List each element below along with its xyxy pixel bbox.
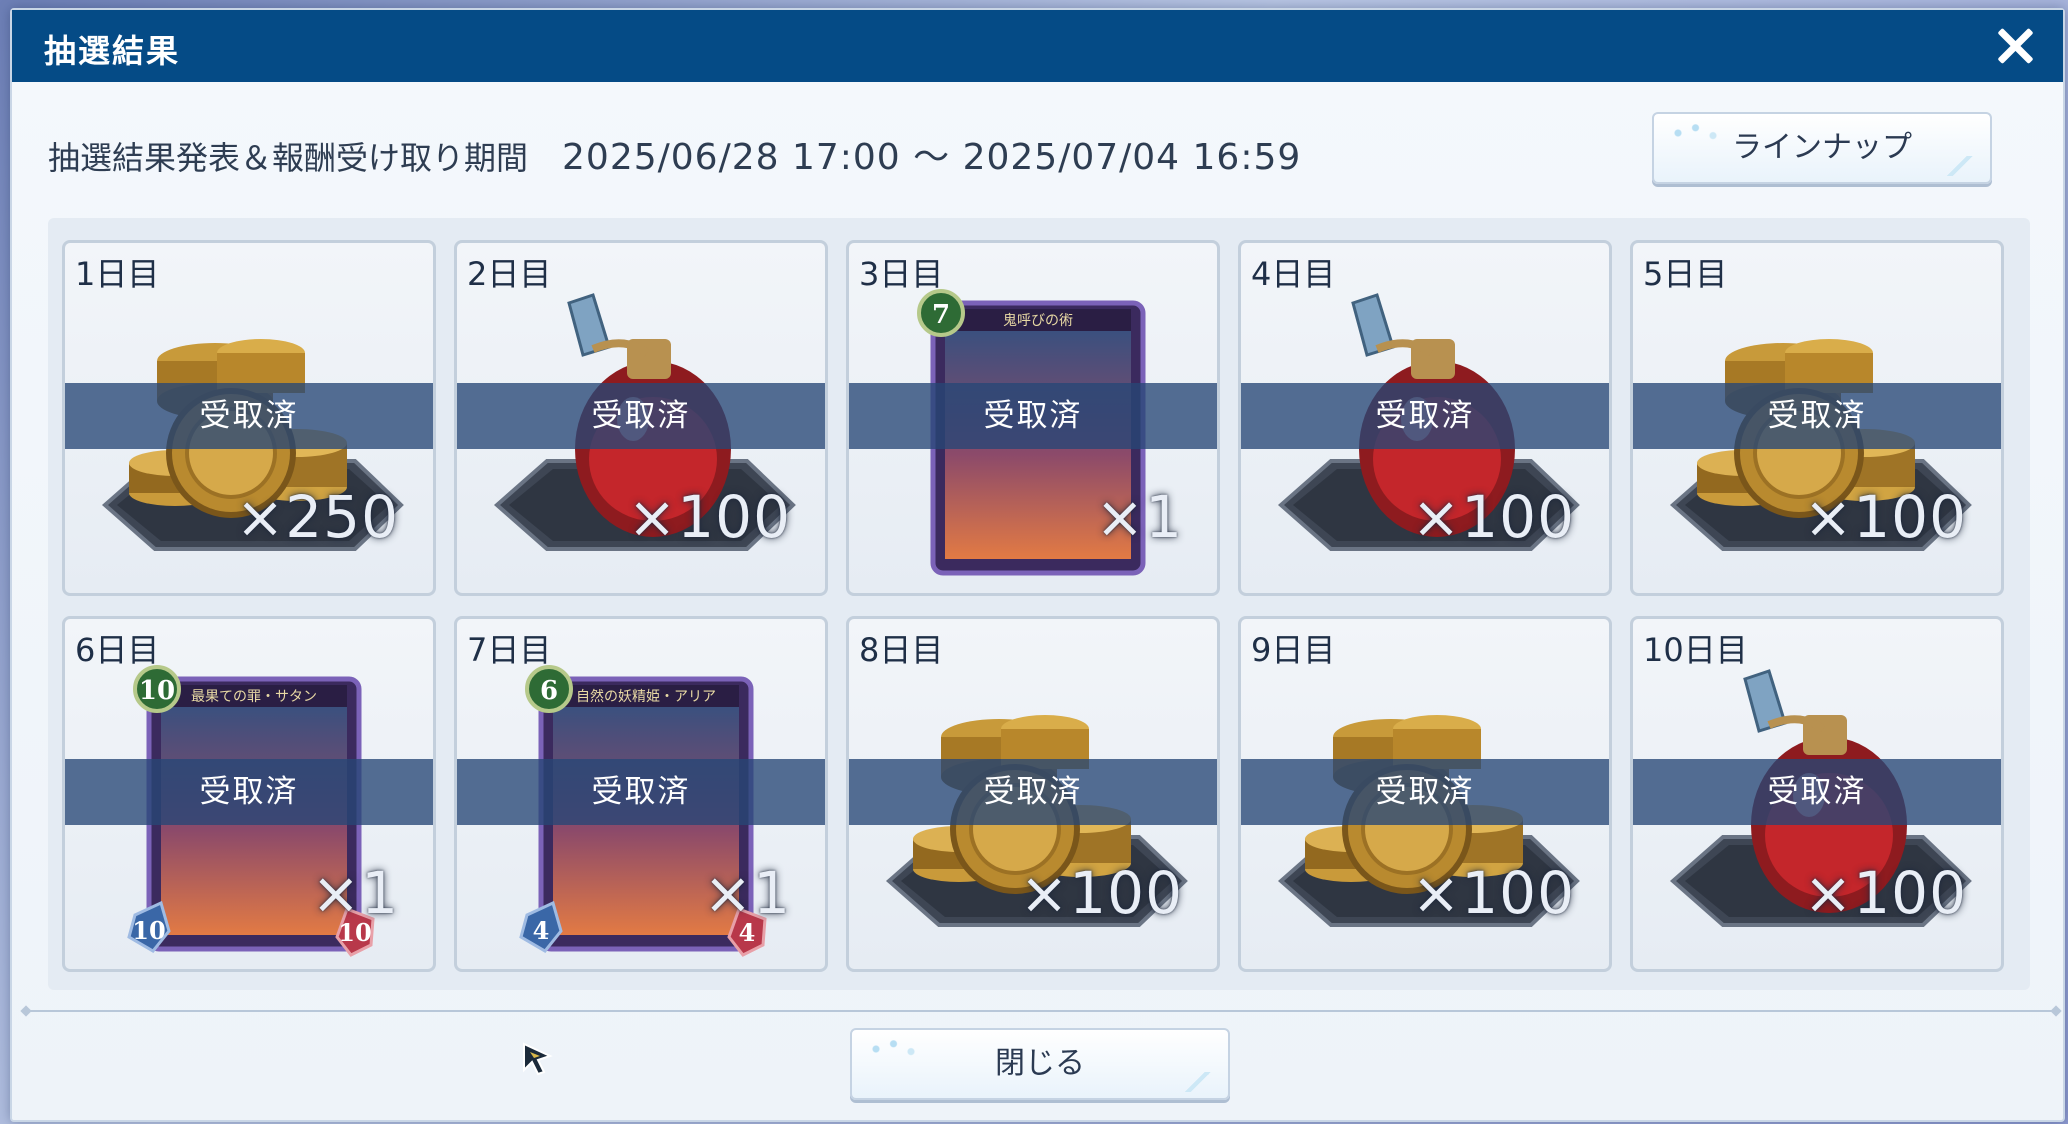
reward-card-day-10[interactable]: 10日目 ×100 受取済 <box>1630 616 2004 972</box>
svg-text:自然の妖精姫・アリア: 自然の妖精姫・アリア <box>576 688 716 705</box>
received-status-badge: 受取済 <box>1241 759 1609 825</box>
svg-text:6: 6 <box>540 676 558 706</box>
svg-text:4: 4 <box>533 916 550 945</box>
day-label: 8日目 <box>859 631 944 669</box>
svg-text:7: 7 <box>932 300 950 330</box>
received-status-badge: 受取済 <box>65 383 433 449</box>
divider <box>26 1010 2056 1012</box>
reward-quantity: ×100 <box>627 483 791 551</box>
reward-card-day-3[interactable]: 鬼呼びの術 7 3日目 ×1 受取済 <box>846 240 1220 596</box>
day-label: 3日目 <box>859 255 944 293</box>
svg-text:10: 10 <box>139 676 175 706</box>
close-icon[interactable] <box>1989 20 2041 72</box>
title-bar: 抽選結果 <box>12 10 2063 82</box>
mouse-cursor-icon <box>523 1042 553 1076</box>
reward-quantity: ×100 <box>1411 483 1575 551</box>
dialog-title: 抽選結果 <box>44 32 181 70</box>
reward-quantity: ×100 <box>1803 483 1967 551</box>
svg-text:鬼呼びの術: 鬼呼びの術 <box>1003 313 1073 329</box>
day-label: 5日目 <box>1643 255 1728 293</box>
received-status-badge: 受取済 <box>457 759 825 825</box>
reward-card-day-5[interactable]: 5日目 ×100 受取済 <box>1630 240 2004 596</box>
day-label: 1日目 <box>75 255 160 293</box>
close-button-label: 閉じる <box>995 1046 1085 1081</box>
reward-card-day-2[interactable]: 2日目 ×100 受取済 <box>454 240 828 596</box>
lineup-button-label: ラインナップ <box>1732 130 1912 165</box>
day-label: 7日目 <box>467 631 552 669</box>
reward-quantity: ×1 <box>311 859 399 927</box>
reward-card-day-8[interactable]: 8日目 ×100 受取済 <box>846 616 1220 972</box>
reward-card-day-4[interactable]: 4日目 ×100 受取済 <box>1238 240 1612 596</box>
reward-quantity: ×1 <box>1095 483 1183 551</box>
reward-card-day-9[interactable]: 9日目 ×100 受取済 <box>1238 616 1612 972</box>
reward-quantity: ×250 <box>235 483 399 551</box>
day-label: 2日目 <box>467 255 552 293</box>
received-status-badge: 受取済 <box>1241 383 1609 449</box>
day-label: 9日目 <box>1251 631 1336 669</box>
day-label: 10日目 <box>1643 631 1748 669</box>
svg-text:10: 10 <box>132 916 165 945</box>
reward-quantity: ×100 <box>1411 859 1575 927</box>
received-status-badge: 受取済 <box>1633 383 2001 449</box>
received-status-badge: 受取済 <box>849 759 1217 825</box>
period-info: 抽選結果発表＆報酬受け取り期間 2025/06/28 17:00 ～ 2025/… <box>48 128 1301 180</box>
received-status-badge: 受取済 <box>65 759 433 825</box>
reward-quantity: ×1 <box>703 859 791 927</box>
reward-card-day-1[interactable]: 1日目 ×250 受取済 <box>62 240 436 596</box>
reward-card-day-7[interactable]: 自然の妖精姫・アリア 6 4 4 7日目 ×1 受取済 <box>454 616 828 972</box>
received-status-badge: 受取済 <box>457 383 825 449</box>
period-dates: 2025/06/28 17:00 ～ 2025/07/04 16:59 <box>562 137 1302 178</box>
day-label: 6日目 <box>75 631 160 669</box>
lineup-button[interactable]: ラインナップ <box>1652 112 1992 184</box>
period-label: 抽選結果発表＆報酬受け取り期間 <box>48 139 529 177</box>
svg-text:最果ての罪・サタン: 最果ての罪・サタン <box>191 689 317 705</box>
reward-quantity: ×100 <box>1803 859 1967 927</box>
reward-quantity: ×100 <box>1019 859 1183 927</box>
reward-card-day-6[interactable]: 最果ての罪・サタン 10 10 10 6日目 ×1 受取済 <box>62 616 436 972</box>
received-status-badge: 受取済 <box>849 383 1217 449</box>
lottery-result-dialog: 抽選結果 抽選結果発表＆報酬受け取り期間 2025/06/28 17:00 ～ … <box>10 8 2065 1122</box>
day-label: 4日目 <box>1251 255 1336 293</box>
close-button[interactable]: 閉じる <box>850 1028 1230 1100</box>
received-status-badge: 受取済 <box>1633 759 2001 825</box>
rewards-grid: 1日目 ×250 受取済 2日目 ×100 受取済 鬼呼びの術 7 3日目 ×1 受取済 <box>48 218 2030 990</box>
